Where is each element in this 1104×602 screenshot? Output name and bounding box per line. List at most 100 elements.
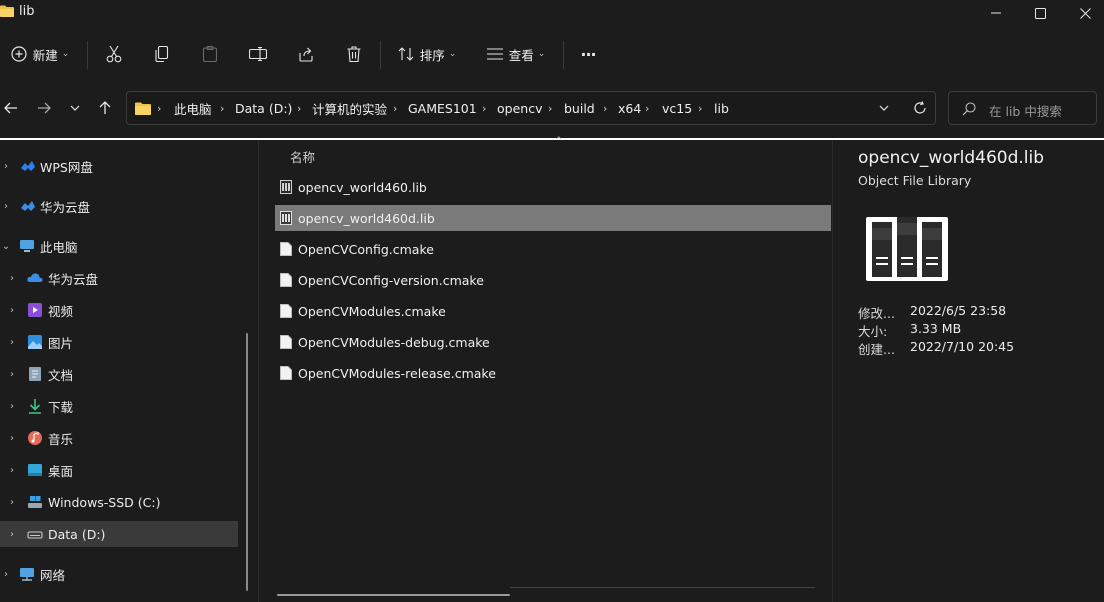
toolbar-separator: [563, 41, 564, 69]
nav-item-music[interactable]: › 音乐: [0, 425, 238, 451]
breadcrumb-item[interactable]: x64: [618, 92, 641, 124]
delete-button[interactable]: [340, 26, 368, 82]
more-options-button[interactable]: ···: [574, 26, 602, 82]
breadcrumb-item[interactable]: 此电脑: [174, 92, 212, 124]
chevron-right-icon[interactable]: ›: [7, 305, 17, 316]
nav-item-label: 文档: [48, 367, 74, 383]
navigation-pane: › WPS网盘 › 华为云盘 ⌄ 此电脑 › 华为云盘 › 视频 › 图片 › …: [0, 140, 258, 602]
drive-c-icon: [28, 496, 42, 508]
file-row[interactable]: OpenCVModules.cmake: [275, 298, 831, 324]
copy-button[interactable]: [148, 26, 176, 82]
breadcrumb-separator: ›: [482, 101, 487, 115]
address-bar[interactable]: › 此电脑 › Data (D:) › 计算机的实验 › GAMES101 › …: [126, 91, 936, 125]
chevron-right-icon[interactable]: ›: [7, 465, 17, 476]
music-icon: [28, 431, 42, 445]
refresh-icon[interactable]: [913, 101, 927, 115]
downloads-icon: [29, 399, 41, 414]
clipboard-icon: [203, 46, 217, 62]
nav-item-windows-ssd[interactable]: › Windows-SSD (C:): [0, 489, 238, 515]
file-name: opencv_world460.lib: [298, 179, 427, 195]
maximize-button[interactable]: [1017, 2, 1063, 24]
column-header-name[interactable]: 名称: [290, 147, 315, 166]
this-pc-icon: [20, 240, 34, 252]
back-button[interactable]: [2, 99, 20, 117]
horizontal-scrollbar[interactable]: [277, 594, 510, 596]
new-label: 新建: [32, 47, 58, 63]
new-button[interactable]: 新建 ⌄: [4, 26, 76, 82]
chevron-right-icon[interactable]: ›: [1, 201, 11, 212]
nav-item-videos[interactable]: › 视频: [0, 297, 238, 323]
nav-item-pictures[interactable]: › 图片: [0, 329, 238, 355]
chevron-right-icon[interactable]: ›: [7, 273, 17, 284]
nav-item-documents[interactable]: › 文档: [0, 361, 238, 387]
network-icon: [20, 568, 34, 581]
nav-item-network[interactable]: › 网络: [0, 561, 238, 587]
nav-item-huawei-cloud[interactable]: › 华为云盘: [0, 193, 238, 219]
videos-icon: [28, 303, 42, 317]
chevron-down-icon[interactable]: ⌄: [1, 241, 11, 252]
breadcrumb-item[interactable]: vc15: [662, 92, 692, 124]
breadcrumb-item[interactable]: Data (D:): [235, 92, 292, 124]
recent-locations-button[interactable]: [66, 99, 84, 117]
chevron-right-icon[interactable]: ›: [7, 337, 17, 348]
arrow-right-icon: [38, 102, 51, 114]
forward-button[interactable]: [35, 99, 53, 117]
pictures-icon: [28, 335, 42, 349]
file-row-selected[interactable]: opencv_world460d.lib: [275, 205, 831, 231]
scroll-track: [510, 587, 815, 588]
paste-button[interactable]: [196, 26, 224, 82]
breadcrumb-item[interactable]: build: [564, 92, 595, 124]
breadcrumb-item[interactable]: 计算机的实验: [312, 92, 387, 124]
view-button[interactable]: 查看 ⌄: [480, 26, 552, 82]
arrow-left-icon: [4, 102, 17, 114]
documents-icon: [29, 367, 41, 381]
file-row[interactable]: OpenCVConfig-version.cmake: [275, 267, 831, 293]
chevron-down-icon: ⌄: [448, 49, 457, 59]
nav-item-data-drive[interactable]: › Data (D:): [0, 521, 238, 547]
nav-item-wps-cloud[interactable]: › WPS网盘: [0, 153, 238, 179]
document-file-icon: [280, 366, 292, 380]
window-title: lib: [19, 4, 35, 19]
nav-item-label: 视频: [48, 303, 74, 319]
toolbar-separator: [380, 41, 381, 69]
nav-scrollbar[interactable]: [246, 333, 248, 591]
share-button[interactable]: [292, 26, 320, 82]
chevron-right-icon[interactable]: ›: [1, 569, 11, 580]
file-row[interactable]: OpenCVConfig.cmake: [275, 236, 831, 262]
chevron-right-icon[interactable]: ›: [1, 161, 11, 172]
breadcrumb-item[interactable]: opencv: [497, 92, 542, 124]
nav-item-label: WPS网盘: [40, 159, 93, 175]
document-file-icon: [280, 242, 292, 256]
minimize-button[interactable]: [973, 2, 1019, 24]
chevron-right-icon[interactable]: ›: [7, 433, 17, 444]
details-modified-value: 2022/6/5 23:58: [910, 303, 1007, 318]
chevron-down-icon[interactable]: [879, 105, 889, 111]
chevron-right-icon[interactable]: ›: [7, 401, 17, 412]
trash-icon: [347, 46, 361, 62]
sort-button[interactable]: 排序 ⌄: [392, 26, 462, 82]
breadcrumb-item[interactable]: GAMES101: [408, 92, 477, 124]
search-icon: [962, 102, 976, 116]
file-name: opencv_world460d.lib: [298, 210, 435, 226]
breadcrumb-separator: ›: [393, 101, 398, 115]
file-row[interactable]: OpenCVModules-debug.cmake: [275, 329, 831, 355]
close-button[interactable]: [1062, 2, 1104, 24]
search-box[interactable]: 在 lib 中搜索: [948, 91, 1097, 125]
nav-item-this-pc[interactable]: ⌄ 此电脑: [0, 233, 238, 259]
breadcrumb-item[interactable]: lib: [714, 92, 729, 124]
details-size-key: 大小:: [858, 324, 888, 339]
chevron-right-icon[interactable]: ›: [7, 529, 17, 540]
chevron-right-icon[interactable]: ›: [7, 369, 17, 380]
nav-item-desktop[interactable]: › 桌面: [0, 457, 238, 483]
nav-item-huawei-cloud-pc[interactable]: › 华为云盘: [0, 265, 238, 291]
file-name: OpenCVConfig.cmake: [298, 241, 434, 257]
rename-button[interactable]: [244, 26, 272, 82]
up-button[interactable]: [96, 99, 114, 117]
file-row[interactable]: opencv_world460.lib: [275, 174, 831, 200]
chevron-right-icon[interactable]: ›: [7, 497, 17, 508]
nav-item-downloads[interactable]: › 下载: [0, 393, 238, 419]
file-row[interactable]: OpenCVModules-release.cmake: [275, 360, 831, 386]
details-pane: [833, 140, 1104, 602]
cut-button[interactable]: [100, 26, 128, 82]
arrow-up-icon: [99, 101, 111, 114]
